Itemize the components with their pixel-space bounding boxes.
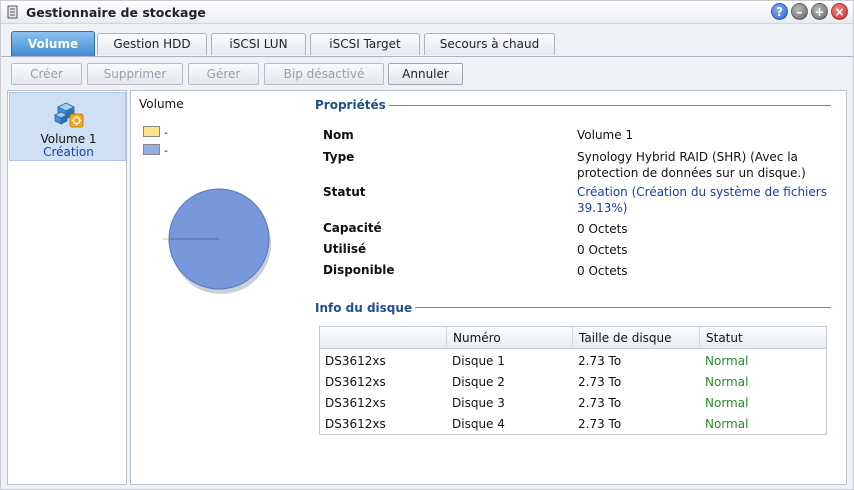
- status-label: Statut: [323, 185, 366, 199]
- volume-list-item[interactable]: Volume 1 Création: [9, 92, 126, 161]
- tab-hdd-management[interactable]: Gestion HDD: [97, 33, 207, 55]
- available-value: 0 Octets: [577, 264, 628, 278]
- tab-hot-spare[interactable]: Secours à chaud: [424, 33, 555, 55]
- maximize-icon[interactable]: +: [811, 3, 828, 20]
- table-row[interactable]: DS3612xs Disque 1 2.73 To Normal: [320, 351, 826, 372]
- volume-status: Création: [43, 145, 94, 159]
- volume-name: Volume 1: [40, 132, 97, 146]
- disk-info-divider: [415, 307, 831, 308]
- used-label: Utilisé: [323, 242, 367, 256]
- disk-model: DS3612xs: [325, 417, 386, 431]
- volume-list: Volume 1 Création: [7, 90, 127, 485]
- legend-label-used: -: [164, 126, 168, 139]
- column-header-status[interactable]: Statut: [699, 327, 826, 349]
- capacity-value: 0 Octets: [577, 222, 628, 236]
- column-header-model[interactable]: [320, 327, 446, 349]
- disk-status: Normal: [705, 375, 749, 389]
- disk-size: 2.73 To: [578, 396, 622, 410]
- type-label: Type: [323, 150, 355, 164]
- volume-details-panel: Volume - - Propriétés Nom Volume 1 Type …: [130, 90, 847, 485]
- disk-number: Disque 2: [452, 375, 505, 389]
- close-icon[interactable]: ×: [831, 3, 848, 20]
- storage-manager-window: Gestionnaire de stockage ? – + × Volume …: [0, 0, 854, 490]
- cancel-button[interactable]: Annuler: [388, 63, 463, 85]
- minimize-icon[interactable]: –: [791, 3, 808, 20]
- tab-volume[interactable]: Volume: [11, 31, 95, 56]
- available-label: Disponible: [323, 263, 395, 277]
- window-title: Gestionnaire de stockage: [26, 5, 206, 20]
- properties-divider: [389, 105, 831, 106]
- disk-size: 2.73 To: [578, 354, 622, 368]
- table-header: Numéro Taille de disque Statut: [320, 327, 826, 349]
- table-row[interactable]: DS3612xs Disque 4 2.73 To Normal: [320, 414, 826, 435]
- title-bar: Gestionnaire de stockage ? – + ×: [1, 1, 853, 24]
- name-value: Volume 1: [577, 128, 634, 142]
- volume-icon: [54, 102, 84, 128]
- table-row[interactable]: DS3612xs Disque 3 2.73 To Normal: [320, 393, 826, 414]
- delete-button[interactable]: Supprimer: [87, 63, 183, 85]
- capacity-pie-chart: [163, 188, 271, 294]
- tab-bar: Volume Gestion HDD iSCSI LUN iSCSI Targe…: [1, 24, 853, 57]
- properties-title: Propriétés: [315, 98, 392, 112]
- disk-status: Normal: [705, 354, 749, 368]
- column-header-number[interactable]: Numéro: [446, 327, 572, 349]
- disk-size: 2.73 To: [578, 375, 622, 389]
- status-value[interactable]: Création (Création du système de fichier…: [577, 184, 839, 216]
- legend-swatch-free: [143, 144, 160, 155]
- beep-off-button[interactable]: Bip désactivé: [264, 63, 384, 85]
- column-header-size[interactable]: Taille de disque: [572, 327, 699, 349]
- tab-iscsi-lun[interactable]: iSCSI LUN: [211, 33, 306, 55]
- legend-label-free: -: [164, 144, 168, 157]
- disk-size: 2.73 To: [578, 417, 622, 431]
- disk-number: Disque 3: [452, 396, 505, 410]
- storage-manager-icon: [7, 5, 18, 19]
- disk-number: Disque 1: [452, 354, 505, 368]
- type-value: Synology Hybrid RAID (SHR) (Avec la prot…: [577, 150, 806, 180]
- toolbar: Créer Supprimer Gérer Bip désactivé Annu…: [1, 57, 853, 91]
- disk-model: DS3612xs: [325, 354, 386, 368]
- name-label: Nom: [323, 128, 354, 142]
- capacity-label: Capacité: [323, 221, 382, 235]
- legend-swatch-used: [143, 126, 160, 137]
- tab-iscsi-target[interactable]: iSCSI Target: [310, 33, 420, 55]
- disk-status: Normal: [705, 396, 749, 410]
- chart-title: Volume: [139, 97, 184, 111]
- disk-model: DS3612xs: [325, 396, 386, 410]
- disk-info-title: Info du disque: [315, 301, 419, 315]
- disk-model: DS3612xs: [325, 375, 386, 389]
- disk-status: Normal: [705, 417, 749, 431]
- disk-info-table: Numéro Taille de disque Statut DS3612xs …: [319, 326, 827, 435]
- table-row[interactable]: DS3612xs Disque 2 2.73 To Normal: [320, 372, 826, 393]
- create-button[interactable]: Créer: [11, 63, 82, 85]
- manage-button[interactable]: Gérer: [188, 63, 259, 85]
- used-value: 0 Octets: [577, 243, 628, 257]
- disk-number: Disque 4: [452, 417, 505, 431]
- help-icon[interactable]: ?: [771, 3, 788, 20]
